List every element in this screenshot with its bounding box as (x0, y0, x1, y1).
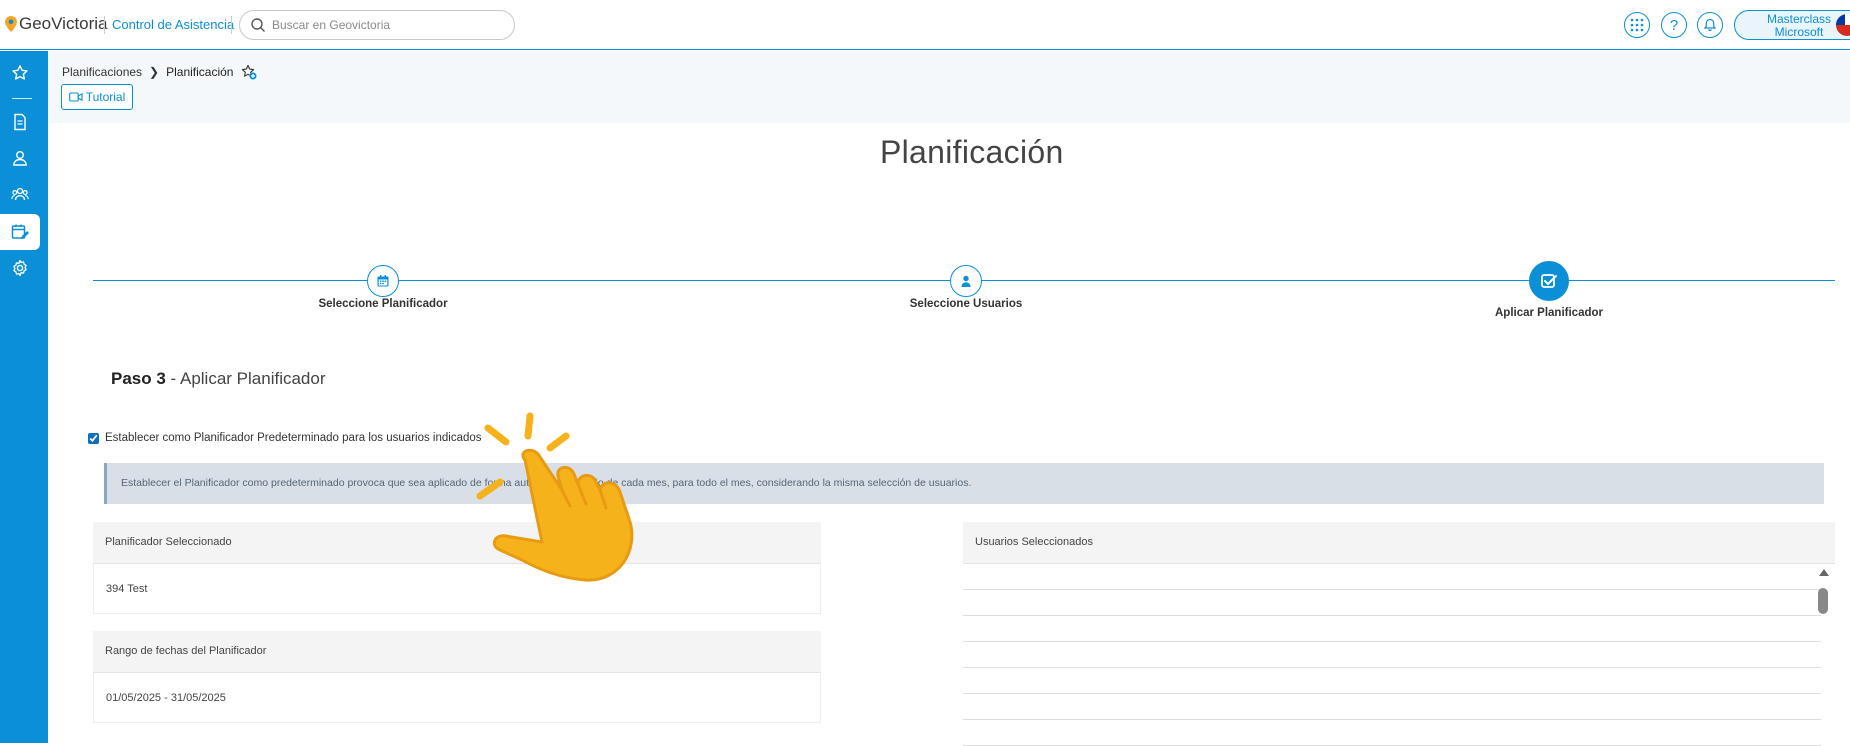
divider (104, 16, 105, 34)
pointing-hand-icon (476, 412, 634, 582)
help-icon[interactable]: ? (1661, 12, 1687, 38)
list-item[interactable] (963, 616, 1821, 642)
sidebar-item-settings[interactable] (0, 250, 40, 286)
users-group-icon (11, 187, 29, 201)
check-square-icon (1541, 274, 1557, 288)
step-heading-bold: Paso 3 (111, 369, 166, 388)
calendar-icon (377, 275, 389, 287)
step-1-label: Seleccione Planificador (318, 298, 448, 310)
document-icon (14, 113, 26, 131)
scrollbar-thumb[interactable] (1818, 588, 1828, 614)
subheader (48, 51, 1850, 123)
list-item[interactable] (963, 564, 1821, 590)
list-item[interactable] (963, 590, 1821, 616)
step-2-label: Seleccione Usuarios (909, 298, 1023, 310)
chevron-right-icon: ❯ (149, 65, 160, 79)
selected-planner-header: Planificador Seleccionado (93, 522, 821, 564)
sidebar-item-favorites[interactable] (0, 55, 40, 91)
logo[interactable]: GeoVictoria (5, 14, 108, 34)
default-planner-checkbox-label: Establecer como Planificador Predetermin… (105, 432, 482, 444)
step-2-circle[interactable] (950, 265, 982, 297)
info-message: Establecer el Planificador como predeter… (104, 463, 1824, 504)
step-3-label: Aplicar Planificador (1494, 307, 1603, 319)
step-3-circle[interactable] (1529, 261, 1569, 301)
breadcrumb: Planificaciones ❯ Planificación (62, 64, 257, 80)
calendar-edit-icon (11, 224, 29, 239)
bell-icon[interactable] (1697, 12, 1723, 38)
gear-icon (13, 259, 27, 277)
logo-text: GeoVictoria (19, 14, 108, 33)
sidebar-item-groups[interactable] (0, 176, 40, 212)
list-item[interactable] (963, 642, 1821, 668)
date-range-header: Rango de fechas del Planificador (93, 631, 821, 673)
divider (231, 16, 232, 34)
selected-planner-value: 394 Test (93, 564, 821, 614)
product-name: Control de Asistencia (112, 17, 235, 32)
default-planner-checkbox[interactable] (88, 432, 99, 444)
list-item[interactable] (963, 694, 1821, 720)
date-range-value: 01/05/2025 - 31/05/2025 (93, 673, 821, 723)
user-icon (961, 275, 971, 287)
sidebar (0, 51, 48, 743)
step-1-circle[interactable] (367, 265, 399, 297)
sidebar-divider (12, 98, 32, 99)
star-add-favorite-icon[interactable] (241, 64, 257, 80)
video-camera-icon (68, 92, 83, 102)
top-bar: GeoVictoria Control de Asistencia ? Mast… (0, 0, 1850, 50)
scroll-up-arrow-icon[interactable] (1819, 569, 1829, 576)
page-title: Planificación (880, 134, 1064, 170)
breadcrumb-parent[interactable]: Planificaciones (62, 65, 142, 79)
default-planner-checkbox-row[interactable]: Establecer como Planificador Predetermin… (88, 432, 482, 444)
tutorial-button[interactable]: Tutorial (61, 84, 133, 110)
selected-users-header: Usuarios Seleccionados (963, 522, 1835, 564)
sidebar-item-planning[interactable] (0, 214, 40, 250)
search-icon (251, 18, 265, 32)
sidebar-item-user[interactable] (0, 140, 40, 176)
search-input[interactable] (272, 18, 502, 32)
selected-users-list[interactable] (963, 564, 1821, 746)
breadcrumb-current: Planificación (166, 65, 234, 79)
user-name-line2: Microsoft (1774, 25, 1824, 39)
user-menu-button[interactable]: Masterclass Microsoft (1734, 10, 1850, 40)
sidebar-item-reports[interactable] (0, 104, 40, 140)
list-item[interactable] (963, 720, 1821, 746)
search-box[interactable] (239, 10, 515, 40)
step-heading-rest: - Aplicar Planificador (165, 369, 326, 388)
location-pin-icon (5, 16, 17, 32)
apps-grid-icon[interactable] (1624, 12, 1650, 38)
tutorial-label: Tutorial (85, 90, 126, 104)
step-heading: Paso 3 - Aplicar Planificador (111, 369, 326, 389)
list-item[interactable] (963, 668, 1821, 694)
star-icon (12, 65, 28, 80)
user-icon (13, 151, 27, 166)
